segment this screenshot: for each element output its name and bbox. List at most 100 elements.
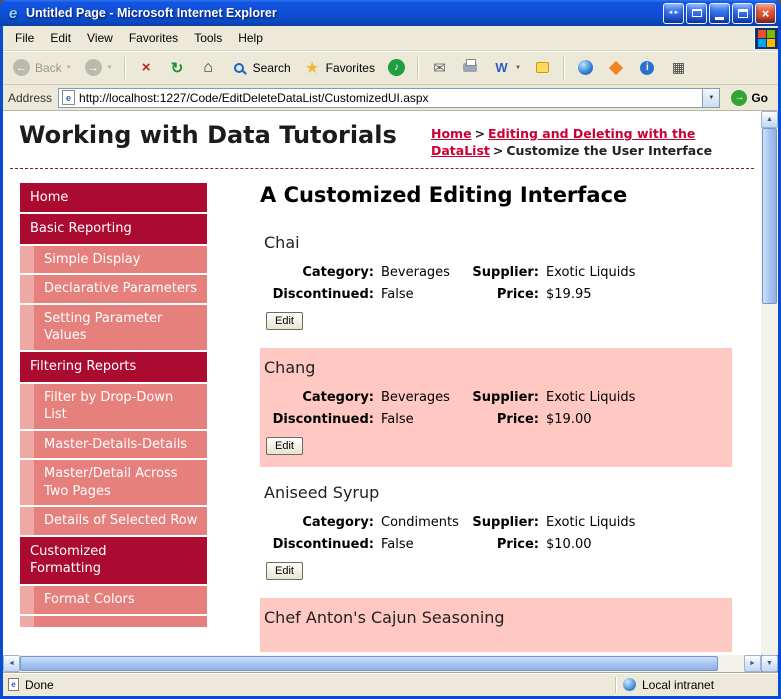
minimize-button[interactable] bbox=[709, 2, 730, 24]
category-value: Beverages bbox=[381, 389, 450, 405]
breadcrumb-home-link[interactable]: Home bbox=[431, 126, 472, 141]
media-button[interactable]: ♪ bbox=[382, 56, 411, 79]
sidebar-item-label: Simple Display bbox=[44, 251, 141, 267]
vertical-scroll-track[interactable] bbox=[761, 128, 778, 655]
sidebar-item-master-details-details[interactable]: Master-Details-Details bbox=[20, 430, 207, 459]
sidebar-item-label: Home bbox=[30, 189, 69, 205]
category-label: Category: bbox=[302, 264, 374, 280]
discontinued-value: False bbox=[381, 536, 414, 552]
resize-horizontal-button[interactable]: ◄► bbox=[663, 2, 684, 24]
sidebar-item-format-colors[interactable]: Format Colors bbox=[20, 585, 207, 614]
forward-button[interactable]: → ▼ bbox=[79, 56, 118, 79]
sidebar-section-customized-formatting[interactable]: Customized Formatting bbox=[20, 536, 207, 584]
status-text: Done bbox=[25, 677, 54, 692]
home-button[interactable]: ⌂ bbox=[194, 56, 223, 79]
product-chang: Chang Category: Beverages Supplier: Exot… bbox=[260, 347, 732, 467]
edit-button[interactable]: Edit bbox=[266, 436, 303, 455]
forward-dropdown-icon[interactable]: ▼ bbox=[107, 65, 113, 71]
sidebar-section-filtering-reports[interactable]: Filtering Reports bbox=[20, 352, 207, 382]
discontinued-label: Discontinued: bbox=[272, 411, 374, 427]
favorites-label: Favorites bbox=[325, 60, 375, 75]
address-bar: Address e http://localhost:1227/Code/Edi… bbox=[3, 85, 778, 111]
menu-tools[interactable]: Tools bbox=[186, 28, 230, 48]
edit-dropdown-icon[interactable]: ▼ bbox=[515, 65, 521, 71]
supplier-value: Exotic Liquids bbox=[546, 264, 636, 280]
scroll-right-icon: ► bbox=[749, 660, 756, 667]
scroll-up-button[interactable]: ▲ bbox=[761, 111, 778, 128]
page-content: Working with Data Tutorials Home > Editing… bbox=[3, 111, 761, 655]
vertical-scroll-thumb[interactable] bbox=[762, 128, 777, 304]
product-name: Chang bbox=[264, 357, 316, 377]
back-button[interactable]: ← Back ▼ bbox=[7, 56, 77, 79]
page-title: A Customized Editing Interface bbox=[260, 182, 628, 207]
sidebar-item-master-detail-across-two-pages[interactable]: Master/Detail Across Two Pages bbox=[20, 460, 207, 506]
menu-edit[interactable]: Edit bbox=[42, 28, 79, 48]
vertical-scrollbar[interactable]: ▲ bbox=[761, 111, 778, 655]
search-button[interactable]: Search bbox=[225, 56, 296, 79]
edit-button[interactable]: Edit bbox=[266, 311, 303, 330]
horizontal-scroll-track[interactable] bbox=[20, 655, 744, 672]
address-input[interactable]: e http://localhost:1227/Code/EditDeleteD… bbox=[58, 87, 721, 108]
print-button[interactable] bbox=[456, 56, 485, 79]
address-url-text: http://localhost:1227/Code/EditDeleteDat… bbox=[79, 90, 429, 105]
refresh-button[interactable]: ↻ bbox=[163, 56, 192, 79]
horizontal-scroll-thumb[interactable] bbox=[20, 656, 718, 671]
mail-button[interactable]: ✉ bbox=[425, 56, 454, 79]
product-details: Category: Condiments Supplier: Exotic Li… bbox=[264, 515, 724, 552]
horizontal-scrollbar[interactable]: ◄ ► bbox=[3, 655, 761, 672]
titlebar-buttons: ◄► × bbox=[663, 2, 776, 24]
edit-button[interactable]: Edit bbox=[266, 561, 303, 580]
stop-button[interactable]: × bbox=[132, 56, 161, 79]
toolbar-separator bbox=[416, 56, 419, 79]
sidebar-section-home[interactable]: Home bbox=[20, 182, 207, 213]
sidebar-item-label: Format Colors bbox=[44, 591, 135, 607]
menu-help[interactable]: Help bbox=[230, 28, 271, 48]
menu-favorites[interactable]: Favorites bbox=[121, 28, 186, 48]
edit-word-button[interactable]: W ▼ bbox=[487, 56, 526, 79]
favorites-button[interactable]: ★ Favorites bbox=[298, 56, 380, 79]
discuss-button[interactable] bbox=[528, 56, 557, 79]
intranet-zone-icon bbox=[623, 678, 636, 691]
toggle-window-button[interactable] bbox=[686, 2, 707, 24]
breadcrumb-separator: > bbox=[492, 142, 504, 158]
sidebar-item-details-of-selected-row[interactable]: Details of Selected Row bbox=[20, 507, 207, 535]
menu-file[interactable]: File bbox=[7, 28, 42, 48]
discontinued-label: Discontinued: bbox=[272, 286, 374, 302]
sidebar-item-partial[interactable] bbox=[20, 615, 207, 627]
titlebar[interactable]: e Untitled Page - Microsoft Internet Exp… bbox=[0, 0, 781, 26]
back-dropdown-icon[interactable]: ▼ bbox=[66, 65, 72, 71]
messenger-button[interactable] bbox=[602, 56, 631, 79]
scroll-left-button[interactable]: ◄ bbox=[3, 655, 20, 672]
sidebar-section-basic-reporting[interactable]: Basic Reporting bbox=[20, 214, 207, 244]
scroll-down-button[interactable]: ▼ bbox=[761, 655, 778, 672]
menu-view[interactable]: View bbox=[79, 28, 121, 48]
category-value: Beverages bbox=[381, 264, 450, 280]
close-button[interactable]: × bbox=[755, 2, 776, 24]
address-dropdown-button[interactable]: ▼ bbox=[702, 88, 720, 107]
grid-icon: ▦ bbox=[671, 59, 686, 75]
supplier-label: Supplier: bbox=[472, 514, 539, 530]
sidebar-item-setting-parameter-values[interactable]: Setting Parameter Values bbox=[20, 304, 207, 351]
sidebar-item-label: Master/Detail Across Two Pages bbox=[44, 466, 178, 499]
mail-icon: ✉ bbox=[433, 59, 446, 77]
info-button[interactable]: i bbox=[633, 56, 662, 79]
product-chai: Chai Category: Beverages Supplier: Exoti… bbox=[260, 223, 732, 342]
sidebar-item-label: Master-Details-Details bbox=[44, 436, 188, 452]
scroll-right-button[interactable]: ► bbox=[744, 655, 761, 672]
grid-button[interactable]: ▦ bbox=[664, 56, 693, 79]
breadcrumb-current: Customize the User Interface bbox=[506, 142, 713, 158]
maximize-button[interactable] bbox=[732, 2, 753, 24]
go-button[interactable]: → Go bbox=[726, 89, 773, 106]
sidebar-item-simple-display[interactable]: Simple Display bbox=[20, 245, 207, 274]
info-icon: i bbox=[640, 60, 655, 75]
sidebar-item-declarative-parameters[interactable]: Declarative Parameters bbox=[20, 275, 207, 303]
sidebar-item-label: Details of Selected Row bbox=[44, 513, 198, 529]
go-label: Go bbox=[751, 90, 768, 105]
minimize-icon bbox=[715, 16, 724, 20]
discuss-icon bbox=[535, 62, 549, 73]
toolbar: ← Back ▼ → ▼ × ↻ ⌂ Search ★ Favorites ♪ … bbox=[3, 51, 778, 85]
globe-button[interactable] bbox=[571, 56, 600, 79]
sidebar-item-filter-by-drop-down-list[interactable]: Filter by Drop-Down List bbox=[20, 383, 207, 429]
supplier-label: Supplier: bbox=[472, 389, 539, 405]
price-value: $19.95 bbox=[546, 286, 592, 302]
